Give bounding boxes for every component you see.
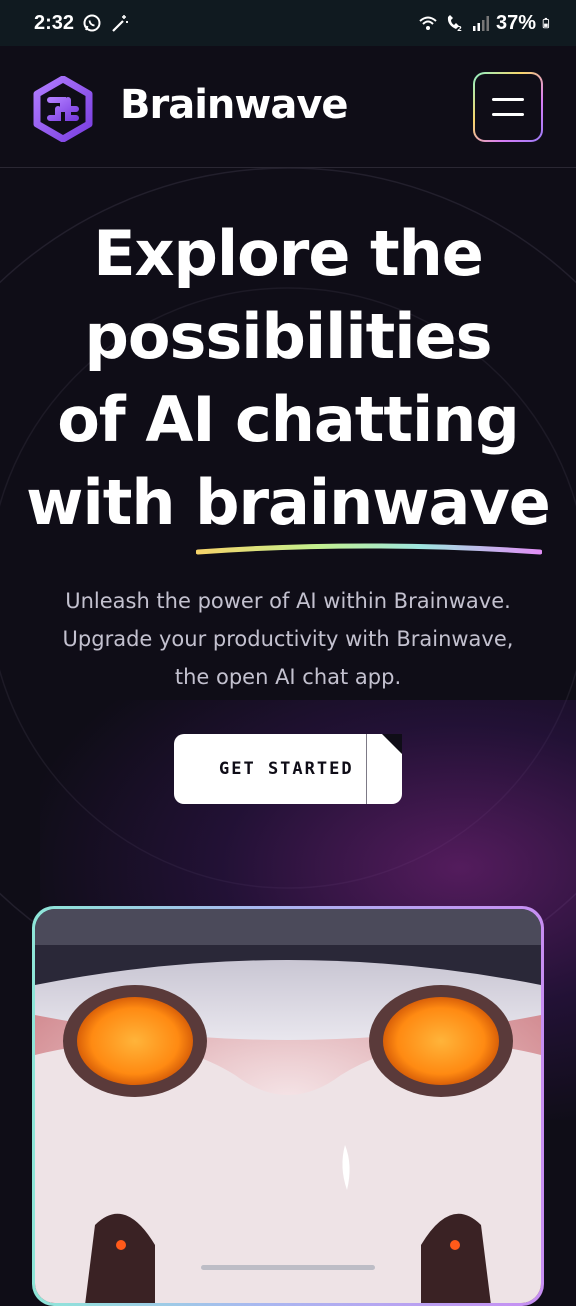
title-underline-decoration [196, 543, 542, 555]
home-indicator[interactable] [201, 1265, 375, 1270]
hero-title-line: Explore the [93, 217, 484, 290]
hero-subtitle-line: Upgrade your productivity with Brainwave… [62, 627, 514, 651]
wifi-call-icon: 2 [447, 15, 462, 33]
svg-text:2: 2 [457, 25, 462, 33]
wifi-icon [419, 16, 437, 30]
status-bar: 2:32 2 37% [0, 0, 576, 46]
hero-title-line: possibilities [84, 300, 492, 373]
hero-title: Explore the possibilities of AI chatting… [0, 212, 576, 544]
hero-title-line: of AI chatting [57, 383, 520, 456]
site-header: Brainwave [0, 46, 576, 168]
hero-subtitle-line: Unleash the power of AI within Brainwave… [65, 589, 511, 613]
whatsapp-icon [83, 14, 101, 32]
card-top-bar [35, 909, 541, 945]
get-started-label: GET STARTED [219, 759, 354, 779]
signal-icon [472, 16, 489, 31]
brand-name[interactable]: Brainwave [120, 82, 349, 128]
magic-wand-icon [112, 15, 129, 32]
hamburger-menu-icon [475, 74, 541, 140]
hero-subtitle-line: the open AI chat app. [174, 665, 402, 689]
battery-percentage: 37% [495, 11, 536, 34]
hero-image-card [32, 906, 544, 1306]
button-corner-decoration [382, 734, 402, 754]
brain-logo-icon[interactable] [30, 76, 96, 142]
robot-face-image [35, 945, 541, 1303]
status-time: 2:32 [34, 11, 75, 34]
menu-button[interactable] [473, 72, 543, 142]
get-started-button[interactable]: GET STARTED [174, 734, 402, 804]
battery-icon [542, 17, 550, 29]
hero-subtitle: Unleash the power of AI within Brainwave… [0, 582, 576, 696]
hero-title-line: with brainwave [26, 466, 551, 539]
